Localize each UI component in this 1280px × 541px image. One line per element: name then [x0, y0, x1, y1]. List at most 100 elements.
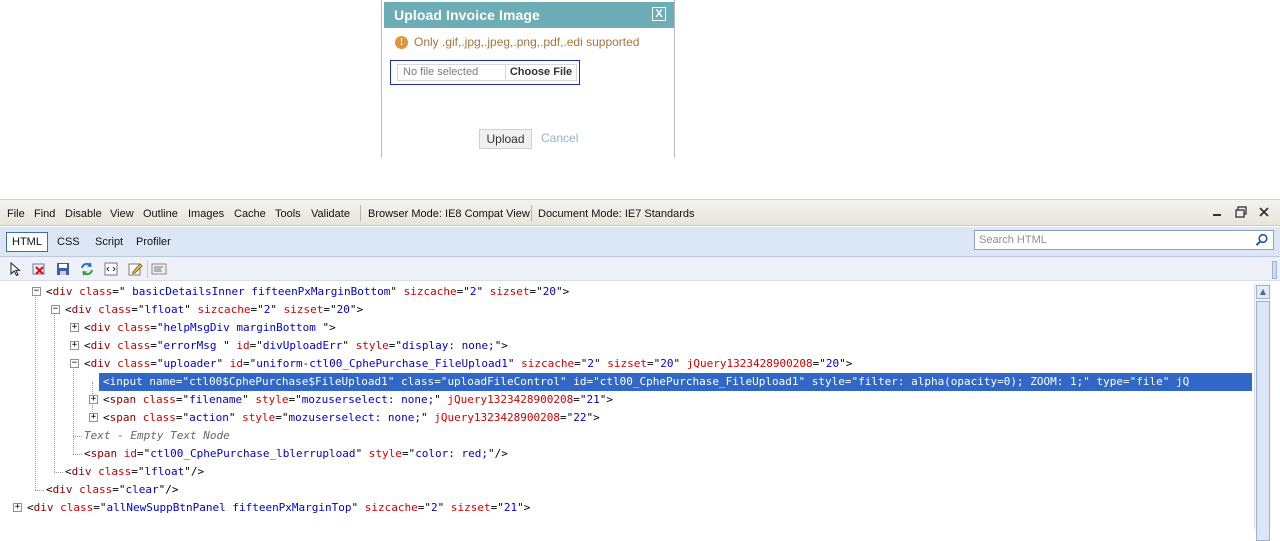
markup-token: 21 [503, 501, 518, 514]
expand-node-icon[interactable]: + [13, 503, 22, 512]
markup-token: sizset [483, 285, 530, 298]
tree-row[interactable]: <div class="lfloat"/> [0, 463, 1252, 481]
word-wrap-icon[interactable] [151, 261, 167, 277]
tree-node-markup: <div class="helpMsgDiv marginBottom "> [84, 319, 336, 337]
menu-cache[interactable]: Cache [234, 208, 266, 220]
tree-row-selected[interactable]: <input name="ctl00$CphePurchase$FileUplo… [99, 373, 1252, 391]
devtools-toolbar [0, 257, 1280, 281]
markup-token: " [434, 393, 441, 406]
cancel-link[interactable]: Cancel [541, 131, 578, 145]
expand-node-icon[interactable]: + [70, 323, 79, 332]
menu-images[interactable]: Images [188, 208, 224, 220]
tree-row[interactable]: − <div class="lfloat" sizcache="2" sizset… [0, 301, 1252, 319]
markup-token: < [27, 501, 34, 514]
markup-token: " [342, 339, 349, 352]
tab-script[interactable]: Script [95, 234, 123, 252]
markup-token: class [136, 411, 176, 424]
tree-row[interactable]: + <div class="helpMsgDiv marginBottom "> [0, 319, 1252, 337]
close-devtools-icon[interactable] [1257, 205, 1271, 219]
scroll-up-icon[interactable]: ▲ [1256, 285, 1270, 299]
refresh-icon[interactable] [79, 261, 95, 277]
markup-token: file [1136, 375, 1163, 388]
tree-row[interactable]: + <div class="errorMsg " id="divUploadErr… [0, 337, 1252, 355]
markup-token: style [362, 447, 402, 460]
search-html-input[interactable]: Search HTML [974, 230, 1274, 250]
search-placeholder: Search HTML [979, 234, 1047, 246]
tree-node-markup: <span id="ctl00_CphePurchase_lblerruploa… [84, 445, 508, 463]
tab-css[interactable]: CSS [57, 234, 80, 252]
search-icon[interactable] [1255, 233, 1269, 247]
save-icon[interactable] [55, 261, 71, 277]
markup-token: span [90, 447, 118, 460]
tree-row[interactable]: + <span class="filename" style="mozuserse… [0, 391, 1252, 409]
menu-disable[interactable]: Disable [65, 208, 102, 220]
markup-token: helpMsgDiv marginBottom [163, 321, 323, 334]
collapse-node-icon[interactable]: − [70, 359, 79, 368]
markup-token: =" [249, 339, 263, 352]
menu-file[interactable]: File [7, 208, 25, 220]
tree-row[interactable]: + <span class="action" style="mozusersele… [0, 409, 1252, 427]
menu-validate[interactable]: Validate [311, 208, 350, 220]
tree-row[interactable]: − <div class="uploader" id="uniform-ctl00… [0, 355, 1252, 373]
markup-token: =" [323, 303, 337, 316]
markup-token: " [242, 393, 249, 406]
tree-row[interactable]: Text - Empty Text Node [0, 427, 1252, 445]
upload-invoice-dialog: Upload Invoice Image X ! Only .gif,.jpg,… [381, 0, 675, 158]
collapse-node-icon[interactable]: − [32, 287, 41, 296]
markup-token: " [223, 339, 230, 352]
tree-vertical-scrollbar[interactable]: ▲ [1254, 283, 1271, 541]
markup-token: " [1083, 375, 1090, 388]
markup-token: =" [401, 447, 416, 460]
markup-token: div [33, 501, 54, 514]
minimize-icon[interactable] [1210, 205, 1224, 219]
markup-token: lfloat [144, 303, 185, 316]
tree-node-markup: <div class="errorMsg " id="divUploadErr"… [84, 337, 508, 355]
markup-token: divUploadErr [262, 339, 343, 352]
markup-token: "/> [184, 465, 205, 478]
tree-row[interactable]: + <div class="allNewSuppBtnPanel fifteenP… [0, 499, 1252, 517]
markup-token: class [110, 339, 151, 352]
expand-node-icon[interactable]: + [89, 395, 98, 404]
tab-html[interactable]: HTML [6, 232, 48, 252]
choose-file-button[interactable]: Choose File [505, 64, 577, 81]
view-source-icon[interactable] [103, 261, 119, 277]
clear-browser-cache-icon[interactable] [31, 261, 47, 277]
restore-icon[interactable] [1234, 205, 1248, 219]
collapse-node-icon[interactable]: − [51, 305, 60, 314]
menu-outline[interactable]: Outline [143, 208, 178, 220]
edit-icon[interactable] [127, 261, 143, 277]
scroll-thumb[interactable] [1256, 301, 1270, 541]
browser-mode-menu[interactable]: Browser Mode: IE8 Compat View [368, 208, 530, 220]
markup-token: " [420, 411, 428, 424]
tree-node-markup: Text - Empty Text Node [84, 427, 230, 445]
markup-token: ctl00_CphePurchase_FileUpload1 [599, 375, 799, 388]
tree-row[interactable]: − <div class=" basicDetailsInner fifteenP… [0, 283, 1252, 301]
tree-row[interactable]: <span id="ctl00_CphePurchase_lblerruploa… [0, 445, 1252, 463]
menu-tools[interactable]: Tools [275, 208, 301, 220]
markup-token: lfloat [144, 465, 185, 478]
markup-token: "> [839, 357, 853, 370]
upload-button[interactable]: Upload [479, 129, 532, 149]
document-mode-menu[interactable]: Document Mode: IE7 Standards [538, 208, 695, 220]
expand-node-icon[interactable]: + [89, 413, 98, 422]
tab-profiler[interactable]: Profiler [136, 234, 171, 252]
close-icon[interactable]: X [652, 7, 666, 21]
tree-node-markup: <input name="ctl00$CphePurchase$FileUplo… [103, 373, 1189, 391]
file-uploader[interactable]: No file selected Choose File [390, 60, 580, 85]
menu-find[interactable]: Find [34, 208, 55, 220]
toolbar-scroll-indicator[interactable] [1272, 261, 1277, 279]
markup-token: filename [189, 393, 243, 406]
dialog-title: Upload Invoice Image [394, 7, 540, 23]
markup-token: class [91, 303, 132, 316]
menu-view[interactable]: View [110, 208, 134, 220]
markup-token: =" [529, 285, 543, 298]
tree-row[interactable]: <div class="clear"/> [0, 481, 1252, 499]
markup-token: < [84, 357, 91, 370]
markup-token: div [90, 321, 111, 334]
markup-token: sizcache [190, 303, 251, 316]
expand-node-icon[interactable]: + [70, 341, 79, 350]
markup-token: =" [288, 393, 302, 406]
select-element-icon[interactable] [8, 261, 24, 277]
markup-token: display: none; [401, 339, 495, 352]
selected-filename[interactable]: No file selected [397, 64, 505, 81]
